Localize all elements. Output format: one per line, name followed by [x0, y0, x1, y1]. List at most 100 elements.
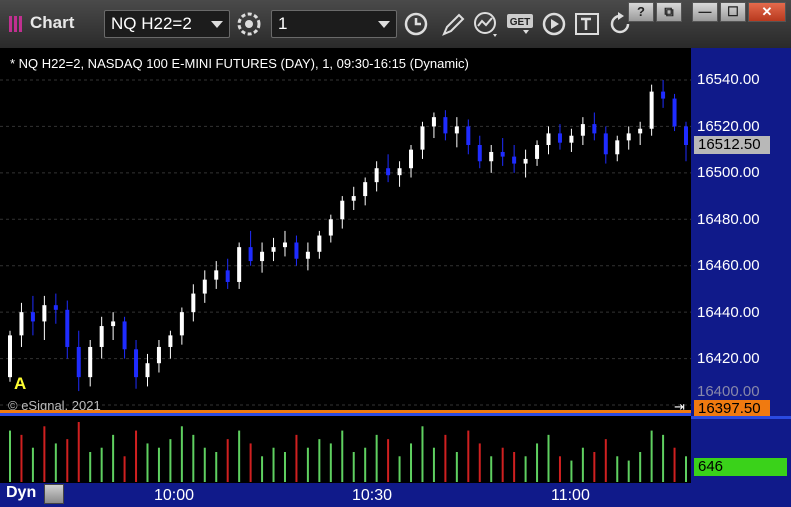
candle [649, 84, 654, 136]
volume-bar [261, 456, 264, 482]
text-tool-icon [575, 13, 599, 35]
settings-gear-icon [237, 12, 261, 36]
app-title: Chart [30, 13, 75, 32]
price-chart-area[interactable] [0, 48, 691, 410]
volume-bar [432, 447, 435, 482]
price-label: 16400.00 [697, 383, 760, 400]
volume-bar [685, 456, 687, 482]
volume-bar [112, 434, 115, 482]
candle [340, 196, 345, 229]
volume-bar [673, 447, 676, 482]
link-window-icon: ⧉ [664, 4, 674, 19]
time-axis[interactable] [0, 483, 791, 507]
volume-bar [20, 434, 23, 482]
candle [443, 110, 448, 141]
volume-bar [249, 443, 252, 482]
candle [168, 330, 173, 359]
price-label: 16500.00 [697, 164, 760, 181]
volume-bar [192, 434, 195, 482]
volume-bar [421, 426, 424, 482]
dynamic-mode-label[interactable]: Dyn [6, 484, 36, 502]
volume-bar [639, 452, 642, 482]
volume-bar [616, 456, 619, 482]
draw-pencil-icon [442, 13, 465, 36]
settings-gear-button[interactable] [234, 10, 264, 38]
candle [557, 124, 562, 150]
candle [19, 302, 24, 347]
time-button[interactable] [401, 10, 431, 38]
volume-bar [604, 439, 607, 482]
volume-bar [169, 439, 172, 482]
study-button[interactable] [471, 10, 501, 38]
candle [477, 135, 482, 169]
volume-bar [54, 443, 57, 482]
volume-bar [513, 452, 516, 482]
price-label: 16540.00 [697, 71, 760, 88]
volume-bar [455, 452, 458, 482]
last-price-tag: 16512.50 [694, 136, 770, 154]
candle [386, 154, 391, 183]
interval-dropdown-icon[interactable] [378, 21, 390, 28]
price-label: 16520.00 [697, 118, 760, 135]
volume-bar [490, 456, 493, 482]
candle [99, 316, 104, 359]
candlestick-chart[interactable] [0, 48, 691, 410]
candle [225, 258, 230, 289]
time-clock-icon [404, 12, 428, 36]
candle [271, 237, 276, 262]
minimize-button[interactable]: — [692, 2, 718, 22]
time-label: 11:00 [551, 487, 590, 504]
volume-bar [662, 434, 665, 482]
price-label: 16440.00 [697, 304, 760, 321]
help-icon: ? [637, 4, 645, 19]
play-button[interactable] [539, 10, 569, 38]
draw-button[interactable] [438, 10, 468, 38]
volume-bar [180, 426, 183, 482]
candle [489, 145, 494, 173]
volume-bar [341, 430, 344, 482]
candle [122, 316, 127, 359]
maximize-button[interactable]: ☐ [720, 2, 746, 22]
candle [237, 242, 242, 289]
symbol-dropdown-icon[interactable] [211, 21, 223, 28]
lock-icon[interactable] [44, 484, 64, 504]
volume-bar [283, 452, 286, 482]
volume-bar [570, 460, 573, 482]
volume-bar [226, 439, 229, 482]
link-window-button[interactable]: ⧉ [656, 2, 682, 22]
text-tool-button[interactable] [572, 10, 602, 38]
volume-bar [157, 447, 160, 482]
candle [42, 295, 47, 340]
volume-bar [364, 447, 367, 482]
volume-bar [318, 439, 321, 482]
candle [661, 80, 666, 108]
volume-bar [444, 434, 447, 482]
candle [603, 126, 608, 164]
volume-bar [31, 447, 34, 482]
candle [466, 119, 471, 155]
candle [500, 138, 505, 166]
candle [684, 121, 688, 162]
close-button[interactable]: ✕ [748, 2, 786, 22]
chart-app-icon [6, 14, 28, 34]
help-button[interactable]: ? [628, 2, 654, 22]
volume-pane[interactable] [0, 416, 691, 483]
volume-value-tag: 646 [694, 458, 787, 476]
volume-bar [306, 447, 309, 482]
volume-bar [581, 447, 584, 482]
candle [512, 145, 517, 173]
candle [363, 177, 368, 206]
volume-bar [524, 456, 527, 482]
get-button[interactable]: GET [505, 10, 535, 38]
volume-bar [467, 430, 470, 482]
volume-bar [558, 456, 561, 482]
volume-bar [410, 443, 413, 482]
volume-bar [146, 443, 149, 482]
candle [626, 126, 631, 150]
time-label: 10:30 [352, 487, 393, 504]
volume-bar [501, 447, 504, 482]
candle [431, 112, 436, 139]
candle [179, 307, 184, 345]
maximize-icon: ☐ [727, 4, 739, 19]
candle [76, 330, 81, 392]
